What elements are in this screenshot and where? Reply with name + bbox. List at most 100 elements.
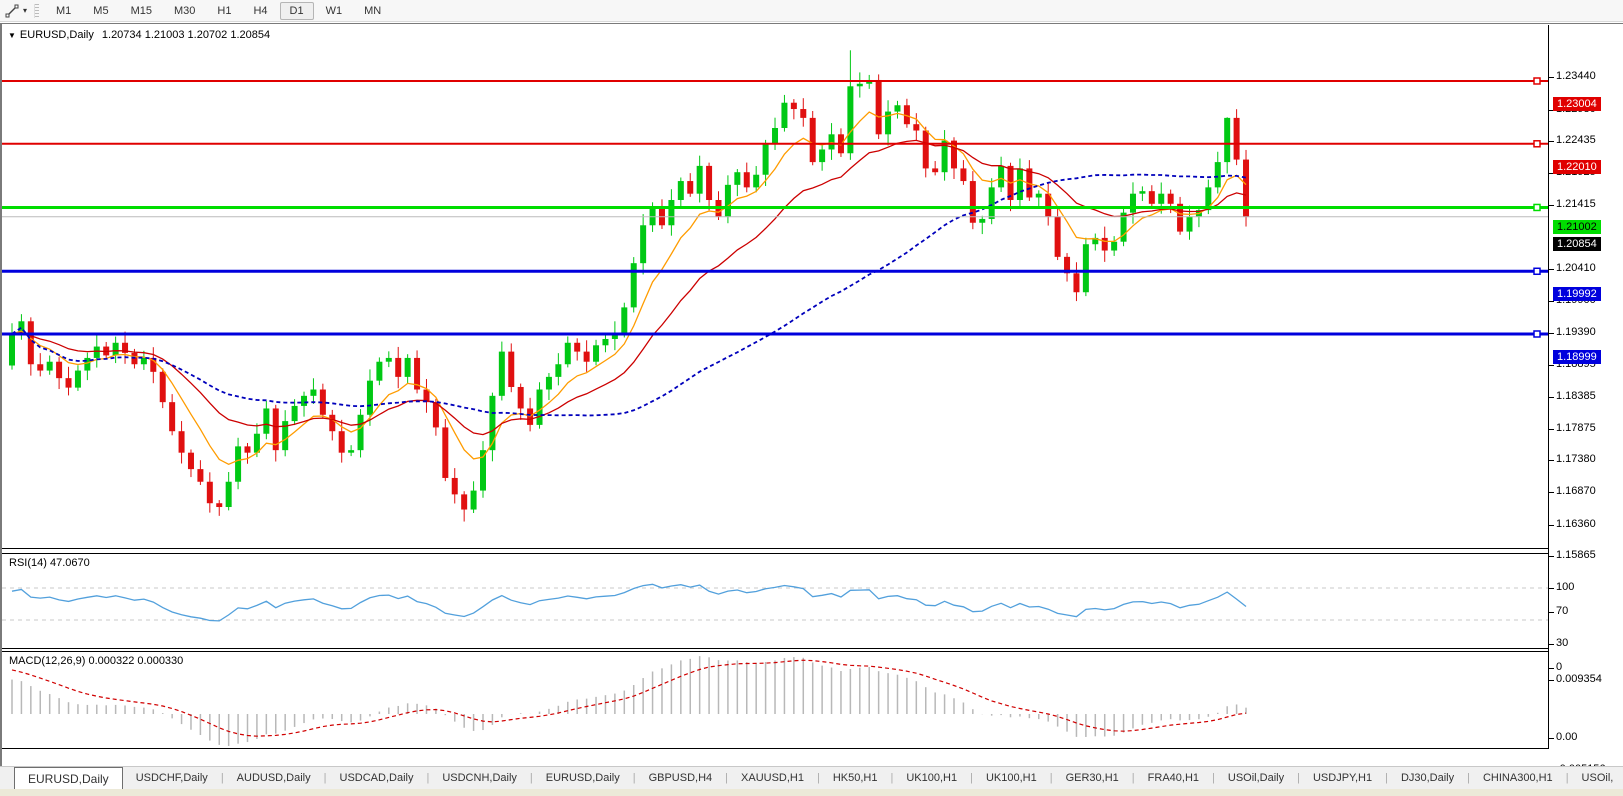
axis-tickmark [1549, 738, 1554, 739]
price-tick: 1.17875 [1556, 421, 1596, 434]
price-tick: 1.17380 [1556, 453, 1596, 466]
chart-tab-dj30-daily[interactable]: DJ30,Daily [1388, 767, 1467, 789]
chart-tab-usdcad-daily[interactable]: USDCAD,Daily [327, 767, 427, 789]
timeframe-button-m5[interactable]: M5 [83, 2, 118, 20]
chart-tab-bar: EURUSD,Daily USDCHF,Daily | AUDUSD,Daily | US… [0, 766, 1623, 789]
timeframe-button-group: M1 M5 M15 M30 H1 H4 D1 W1 MN [45, 1, 392, 20]
axis-tickmark [1549, 588, 1554, 589]
chart-tab-fra40-h1[interactable]: FRA40,H1 [1135, 767, 1212, 789]
dropdown-arrow-icon[interactable]: ▾ [23, 6, 27, 15]
chart-tab-audusd-daily[interactable]: AUDUSD,Daily [224, 767, 324, 789]
candles [9, 50, 1250, 522]
macd-histogram [11, 656, 1247, 746]
line-tools-icon[interactable] [2, 3, 22, 19]
axis-tickmark [1549, 680, 1554, 681]
price-badge: 1.19992 [1553, 287, 1601, 302]
price-badge: 1.18999 [1553, 349, 1601, 364]
rsi-chart[interactable] [2, 554, 1548, 648]
chart-title: ▼ EURUSD,Daily 1.20734 1.21003 1.20702 1.2… [8, 29, 270, 41]
price-tick: 1.19390 [1556, 326, 1596, 339]
collapse-arrow-icon[interactable]: ▼ [8, 31, 16, 40]
candlestick-chart[interactable] [2, 25, 1548, 548]
timeframe-button-h1[interactable]: H1 [207, 2, 241, 20]
chart-tab-gbpusd-h4[interactable]: GBPUSD,H4 [636, 767, 726, 789]
chart-tab-ger30-h1[interactable]: GER30,H1 [1053, 767, 1132, 789]
price-tick: 1.20410 [1556, 261, 1596, 274]
rsi-tick: 30 [1556, 637, 1569, 649]
price-tick: 1.15865 [1556, 548, 1596, 561]
chart-tab-usoil-[interactable]: USOil, [1569, 767, 1623, 789]
price-chart-pane[interactable]: ▼ EURUSD,Daily 1.20734 1.21003 1.20702 1.2… [2, 25, 1623, 549]
rsi-indicator-pane[interactable]: RSI(14) 47.0670 [2, 553, 1623, 649]
axis-tickmark [1549, 364, 1554, 366]
chart-symbol-label: EURUSD,Daily [19, 29, 94, 41]
axis-tickmark [1549, 492, 1554, 494]
timeframe-button-w1[interactable]: W1 [316, 2, 353, 20]
price-badge: 1.23004 [1553, 96, 1601, 111]
line-end-marker[interactable] [1533, 267, 1541, 276]
chart-tab-uk100-h1[interactable]: UK100,H1 [893, 767, 970, 789]
rsi-tick: 0 [1556, 661, 1563, 673]
price-tick: 1.16360 [1556, 517, 1596, 530]
axis-tickmark [1549, 77, 1554, 79]
axis-tickmark [1549, 644, 1554, 645]
price-tick: 1.23440 [1556, 70, 1596, 83]
line-end-marker[interactable] [1533, 140, 1541, 148]
macd-label: MACD(12,26,9) 0.000322 0.000330 [9, 655, 184, 667]
macd-chart[interactable] [2, 652, 1548, 748]
axis-tickmark [1549, 396, 1554, 398]
line-end-marker[interactable] [1533, 330, 1541, 338]
crosshair-line-icon [5, 4, 19, 17]
chart-window: ▼ EURUSD,Daily 1.20734 1.21003 1.20702 1.2… [0, 23, 1623, 789]
price-tick: 1.22435 [1556, 133, 1596, 146]
price-tick: 1.18385 [1556, 389, 1596, 402]
timeframe-button-d1[interactable]: D1 [279, 1, 314, 20]
chart-tab-xauusd-h1[interactable]: XAUUSD,H1 [728, 767, 817, 789]
chart-tab-china300-h1[interactable]: CHINA300,H1 [1470, 767, 1566, 789]
rsi-line [11, 583, 1247, 622]
axis-tickmark [1549, 268, 1554, 270]
price-badge: 1.22010 [1553, 159, 1601, 174]
axis-tickmark [1549, 524, 1554, 526]
timeframe-button-m1[interactable]: M1 [46, 2, 81, 20]
chart-tab-usoil-daily[interactable]: USOil,Daily [1215, 767, 1297, 789]
chart-tab-eurusd-daily[interactable]: EURUSD,Daily [533, 767, 633, 789]
price-axis[interactable]: 1.234401.229301.224351.219251.214151.204… [1549, 25, 1623, 775]
axis-tickmark [1549, 460, 1554, 462]
rsi-tick: 100 [1556, 581, 1575, 593]
axis-tickmark [1549, 205, 1554, 207]
timeframe-button-m30[interactable]: M30 [164, 2, 205, 20]
line-end-marker[interactable] [1533, 77, 1541, 85]
fast-ma-line [11, 111, 1247, 466]
axis-tickmark [1549, 140, 1554, 142]
timeframe-button-mn[interactable]: MN [354, 2, 391, 20]
rsi-label: RSI(14) 47.0670 [9, 557, 90, 569]
axis-tickmark [1549, 333, 1554, 335]
chart-tab-usdchf-daily[interactable]: USDCHF,Daily [123, 767, 221, 789]
top-toolbar: ▾ M1 M5 M15 M30 H1 H4 D1 W1 MN [0, 0, 1623, 22]
axis-tickmark [1549, 428, 1554, 430]
price-badge: 1.21002 [1553, 220, 1601, 235]
timeframe-button-m15[interactable]: M15 [121, 2, 162, 20]
axis-tickmark [1549, 555, 1554, 557]
macd-signal-line [11, 659, 1247, 737]
slow-ma-line [11, 173, 1247, 417]
price-tick: 1.21415 [1556, 198, 1596, 211]
line-end-marker[interactable] [1533, 203, 1541, 212]
chart-tab-eurusd-daily[interactable]: EURUSD,Daily [14, 767, 123, 789]
axis-tickmark [1549, 668, 1554, 669]
macd-tick: 0.00 [1556, 731, 1578, 743]
toolbar-grip[interactable] [34, 3, 40, 18]
mid-ma-line [11, 139, 1247, 436]
macd-tick: 0.009354 [1556, 673, 1602, 685]
chart-tab-usdjpy-h1[interactable]: USDJPY,H1 [1300, 767, 1385, 789]
chart-tab-hk50-h1[interactable]: HK50,H1 [820, 767, 891, 789]
chart-tab-uk100-h1[interactable]: UK100,H1 [973, 767, 1050, 789]
price-badge: 1.20854 [1553, 236, 1601, 251]
rsi-tick: 70 [1556, 605, 1569, 617]
chart-tab-usdcnh-daily[interactable]: USDCNH,Daily [429, 767, 530, 789]
chart-ohlc-values: 1.20734 1.21003 1.20702 1.20854 [101, 29, 271, 41]
timeframe-button-h4[interactable]: H4 [243, 2, 277, 20]
macd-indicator-pane[interactable]: MACD(12,26,9) 0.000322 0.000330 [2, 651, 1623, 749]
price-tick: 1.16870 [1556, 485, 1596, 498]
